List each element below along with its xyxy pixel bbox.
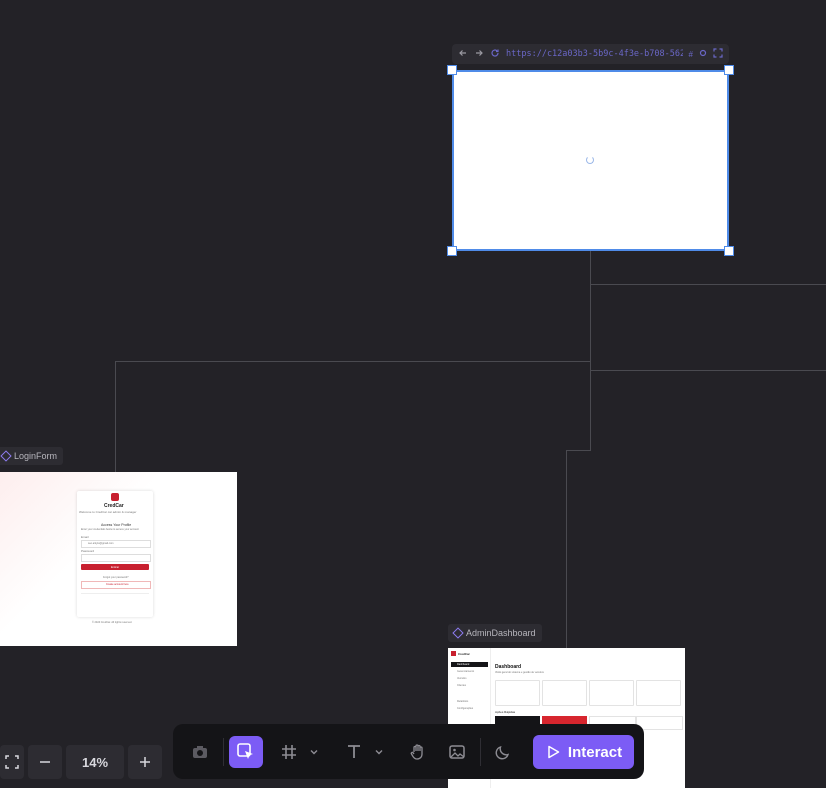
chevron-down-icon[interactable]: [306, 736, 322, 768]
fullscreen-icon[interactable]: [0, 745, 24, 779]
frame-label-admin[interactable]: AdminDashboard: [448, 624, 542, 642]
password-label: Password: [81, 549, 95, 553]
card-subtitle: Enter your credentials below to access y…: [81, 528, 139, 531]
moon-icon[interactable]: [486, 736, 520, 768]
browser-url-bar: https://c12a03b3-5b9c-4f3e-b708-562b1b3 …: [452, 44, 729, 64]
login-button-label: Entrar: [111, 565, 120, 569]
email-label: Email: [81, 535, 89, 539]
nav-label[interactable]: Relatórios: [457, 700, 468, 703]
back-icon[interactable]: [458, 48, 468, 60]
url-text[interactable]: https://c12a03b3-5b9c-4f3e-b708-562b1b3: [506, 49, 683, 59]
zoom-level[interactable]: 14%: [66, 745, 124, 779]
resize-handle-bottom-left[interactable]: [447, 246, 457, 256]
loading-spinner-icon: [586, 156, 594, 164]
login-button[interactable]: Entrar: [81, 564, 149, 570]
expand-icon[interactable]: [713, 48, 723, 60]
resize-handle-top-left[interactable]: [447, 65, 457, 75]
stat-card: [542, 680, 587, 706]
frame-label-text: LoginForm: [14, 451, 58, 461]
reload-icon[interactable]: [490, 48, 500, 60]
chevron-down-icon[interactable]: [371, 736, 387, 768]
admin-brand: CredCar: [458, 652, 470, 656]
component-icon: [0, 450, 12, 462]
image-tool-icon[interactable]: [440, 736, 474, 768]
connector-line: [566, 450, 567, 648]
resize-handle-bottom-right[interactable]: [724, 246, 734, 256]
card-title: Access Your Profile: [101, 523, 132, 527]
brand-name: CredCar: [104, 503, 124, 509]
connector-line: [590, 370, 826, 371]
stat-card: [495, 680, 540, 706]
hand-tool-icon[interactable]: [401, 736, 435, 768]
login-footer: © 2024 CredCar. All rights reserved.: [92, 621, 133, 624]
nav-label[interactable]: Configurações: [457, 707, 473, 710]
connector-line: [115, 361, 116, 472]
stat-card: [589, 680, 634, 706]
frame-label-text: AdminDashboard: [466, 628, 536, 638]
zoom-controls: 14%: [0, 745, 162, 779]
connector-line: [590, 251, 591, 451]
connector-line: [590, 284, 826, 285]
demo-credentials: [81, 593, 149, 608]
login-form-preview[interactable]: CredCar Welcome to CredCar car admin & m…: [0, 472, 237, 646]
zoom-out-button[interactable]: [28, 745, 62, 779]
component-icon: [452, 627, 464, 639]
resize-handle-top-right[interactable]: [724, 65, 734, 75]
email-value: seo.arkyto@gmail.com: [88, 542, 114, 545]
zoom-in-button[interactable]: [128, 745, 162, 779]
quick-actions-title: Ações Rápidas: [495, 710, 516, 714]
toolbar-divider: [223, 738, 224, 766]
tagline: Welcome to CredCar car admin & manager: [79, 510, 137, 514]
hash-icon[interactable]: #: [689, 50, 693, 59]
interact-button[interactable]: Interact: [533, 735, 634, 769]
frame-label-login[interactable]: LoginForm: [0, 447, 64, 465]
brand-logo-icon: [451, 651, 456, 656]
interact-label: Interact: [567, 743, 623, 761]
nav-label[interactable]: Clientes: [457, 684, 466, 687]
email-field[interactable]: seo.arkyto@gmail.com: [81, 540, 151, 548]
admin-title: Dashboard: [495, 664, 522, 670]
connector-line: [566, 450, 591, 451]
register-button[interactable]: Create account here: [81, 581, 151, 589]
select-tool-button[interactable]: [229, 736, 263, 768]
forward-icon[interactable]: [474, 48, 484, 60]
frame-tool-icon[interactable]: [272, 736, 306, 768]
admin-subtitle: Visão geral do sistema e gestão de veícu…: [495, 671, 544, 674]
nav-label: Dashboard: [457, 663, 470, 666]
nav-label[interactable]: Gerenciamento: [457, 670, 474, 673]
play-icon: [548, 745, 560, 759]
main-toolbar: Interact: [173, 724, 644, 779]
text-tool-icon[interactable]: [337, 736, 371, 768]
toolbar-divider: [480, 738, 481, 766]
stat-card: [636, 680, 681, 706]
nav-label[interactable]: Veículos: [457, 677, 466, 680]
password-field[interactable]: [81, 554, 151, 562]
register-label: Create account here: [106, 583, 129, 586]
quick-action-button[interactable]: [636, 716, 683, 730]
camera-icon[interactable]: [183, 736, 217, 768]
sidebar-active-item[interactable]: Dashboard: [451, 662, 488, 667]
connector-line: [115, 361, 591, 362]
settings-icon[interactable]: [699, 49, 707, 59]
brand-logo-icon: [111, 493, 119, 501]
login-card: CredCar Welcome to CredCar car admin & m…: [77, 491, 153, 617]
forgot-link[interactable]: Forgot your password?: [103, 576, 129, 579]
